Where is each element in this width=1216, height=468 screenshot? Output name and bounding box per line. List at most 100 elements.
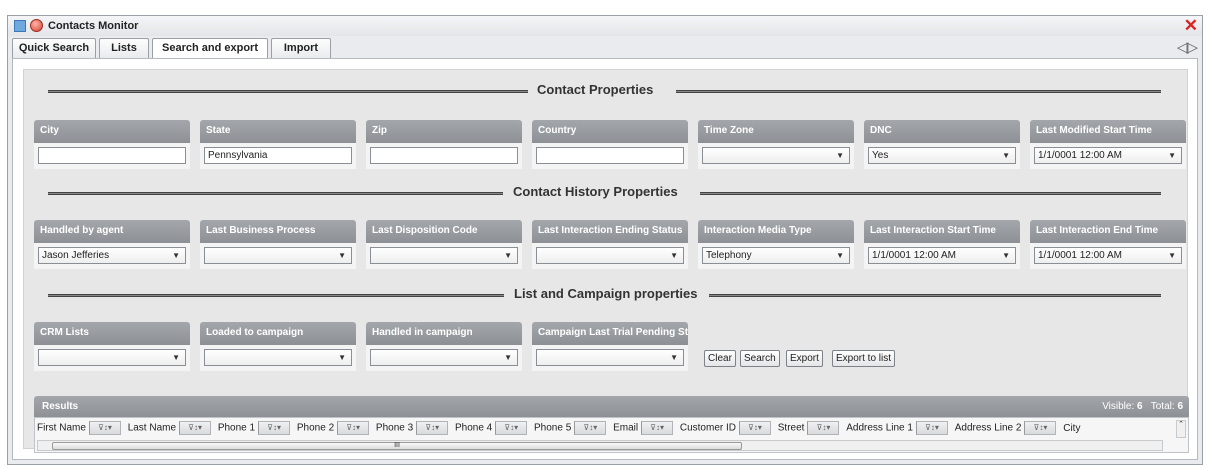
interaction-media-type-select[interactable]: Telephony ▼ [702,247,850,264]
section-title: Contact Properties [537,82,654,97]
chevron-down-icon: ▼ [670,353,678,362]
select-value: Yes [872,150,889,161]
contact-properties-header: Contact Properties [24,82,1187,100]
column-header[interactable]: Customer ID ⊽↕▾ [680,421,771,435]
column-header[interactable]: Street ⊽↕▾ [778,421,840,435]
interaction-media-type-field: Interaction Media Type Telephony ▼ [698,220,854,269]
dnc-select[interactable]: Yes ▼ [868,147,1016,164]
tab-import[interactable]: Import [271,38,331,59]
city-input[interactable] [38,147,186,164]
campaign-last-trial-pending-status-field: Campaign Last Trial Pending Sta ▼ [532,322,688,371]
filter-sort-icon[interactable]: ⊽↕▾ [495,421,528,435]
select-value: 1/1/0001 12:00 AM [1038,250,1122,261]
column-header[interactable]: Phone 2 ⊽↕▾ [297,421,370,435]
last-business-process-select[interactable]: ▼ [204,247,352,264]
export-to-list-button[interactable]: Export to list [832,350,896,367]
field-label: Loaded to campaign [200,322,356,345]
section-divider [48,294,504,297]
handled-in-campaign-select[interactable]: ▼ [370,349,518,366]
horizontal-scrollbar[interactable]: III [37,440,1163,451]
column-header[interactable]: Phone 5 ⊽↕▾ [534,421,607,435]
tab-scroll-arrows-icon[interactable]: ◁▷ [1177,38,1198,56]
country-input[interactable] [536,147,684,164]
close-icon[interactable]: ✕ [1184,16,1198,36]
field-label: Last Interaction End Time [1030,220,1186,243]
filter-sort-icon[interactable]: ⊽↕▾ [258,421,291,435]
field-label: Time Zone [698,120,854,143]
results-title: Results [42,401,79,412]
column-header[interactable]: Phone 3 ⊽↕▾ [376,421,449,435]
vertical-scrollbar[interactable]: ⌃ [1176,420,1186,438]
filter-sort-icon[interactable]: ⊽↕▾ [416,421,449,435]
column-header[interactable]: Last Name ⊽↕▾ [128,421,212,435]
section-title: List and Campaign properties [514,286,698,301]
last-interaction-start-time-select[interactable]: 1/1/0001 12:00 AM ▼ [868,247,1016,264]
column-header[interactable]: Email ⊽↕▾ [613,421,674,435]
field-label: Last Interaction Ending Status [532,220,688,243]
results-header: Results Visible: 6 Total: 6 [34,396,1189,417]
total-label: Total: [1150,401,1175,412]
handled-by-agent-field: Handled by agent Jason Jefferies ▼ [34,220,190,269]
field-label: Campaign Last Trial Pending Sta [532,322,688,345]
tab-lists[interactable]: Lists [99,38,149,59]
field-label: Handled in campaign [366,322,522,345]
section-divider [48,192,503,195]
city-field: City [34,120,190,169]
crm-lists-select[interactable]: ▼ [38,349,186,366]
last-interaction-ending-status-select[interactable]: ▼ [536,247,684,264]
state-input[interactable]: Pennsylvania [204,147,352,164]
tab-search-and-export[interactable]: Search and export [152,38,268,60]
zip-input[interactable] [370,147,518,164]
last-modified-start-time-select[interactable]: 1/1/0001 12:00 AM ▼ [1034,147,1182,164]
filter-sort-icon[interactable]: ⊽↕▾ [807,421,840,435]
handled-by-agent-select[interactable]: Jason Jefferies ▼ [38,247,186,264]
total-count: 6 [1177,401,1183,412]
column-header[interactable]: City [1063,423,1080,434]
last-interaction-end-time-select[interactable]: 1/1/0001 12:00 AM ▼ [1034,247,1182,264]
section-divider [48,90,528,93]
column-header[interactable]: First Name ⊽↕▾ [37,421,121,435]
loaded-to-campaign-select[interactable]: ▼ [204,349,352,366]
grid-header-row: First Name ⊽↕▾ Last Name ⊽↕▾ Phone 1 ⊽↕▾ Ph… [37,421,1084,435]
column-header[interactable]: Phone 4 ⊽↕▾ [455,421,528,435]
tab-quick-search[interactable]: Quick Search [12,38,96,59]
visible-label: Visible: [1102,401,1135,412]
chevron-down-icon: ▼ [338,353,346,362]
filter-sort-icon[interactable]: ⊽↕▾ [641,421,674,435]
field-label: CRM Lists [34,322,190,345]
column-header[interactable]: Phone 1 ⊽↕▾ [218,421,291,435]
filter-sort-icon[interactable]: ⊽↕▾ [738,421,771,435]
last-disposition-code-select[interactable]: ▼ [370,247,518,264]
search-button[interactable]: Search [740,350,780,367]
filter-sort-icon[interactable]: ⊽↕▾ [179,421,212,435]
section-divider [700,192,1161,195]
chevron-down-icon: ▼ [1002,251,1010,260]
filter-sort-icon[interactable]: ⊽↕▾ [1024,421,1057,435]
filter-sort-icon[interactable]: ⊽↕▾ [574,421,607,435]
field-label: Last Disposition Code [366,220,522,243]
visible-count: 6 [1137,401,1143,412]
clear-button[interactable]: Clear [704,350,736,367]
country-field: Country [532,120,688,169]
select-value: 1/1/0001 12:00 AM [1038,150,1122,161]
field-label: Country [532,120,688,143]
time-zone-select[interactable]: ▼ [702,147,850,164]
home-icon [14,20,26,32]
filter-sort-icon[interactable]: ⊽↕▾ [337,421,370,435]
section-divider [709,294,1161,297]
chevron-down-icon: ▼ [836,251,844,260]
filter-sort-icon[interactable]: ⊽↕▾ [915,421,948,435]
results-count: Visible: 6 Total: 6 [1102,396,1183,417]
campaign-last-trial-pending-status-select[interactable]: ▼ [536,349,684,366]
column-header[interactable]: Address Line 2 ⊽↕▾ [955,421,1057,435]
zip-field: Zip [366,120,522,169]
state-field: State Pennsylvania [200,120,356,169]
section-title: Contact History Properties [513,184,678,199]
filter-sort-icon[interactable]: ⊽↕▾ [88,421,121,435]
export-button[interactable]: Export [786,350,823,367]
last-modified-start-time-field: Last Modified Start Time 1/1/0001 12:00 … [1030,120,1186,169]
field-label: State [200,120,356,143]
column-header[interactable]: Address Line 1 ⊽↕▾ [846,421,948,435]
field-label: Interaction Media Type [698,220,854,243]
scrollbar-thumb[interactable]: III [52,442,742,450]
